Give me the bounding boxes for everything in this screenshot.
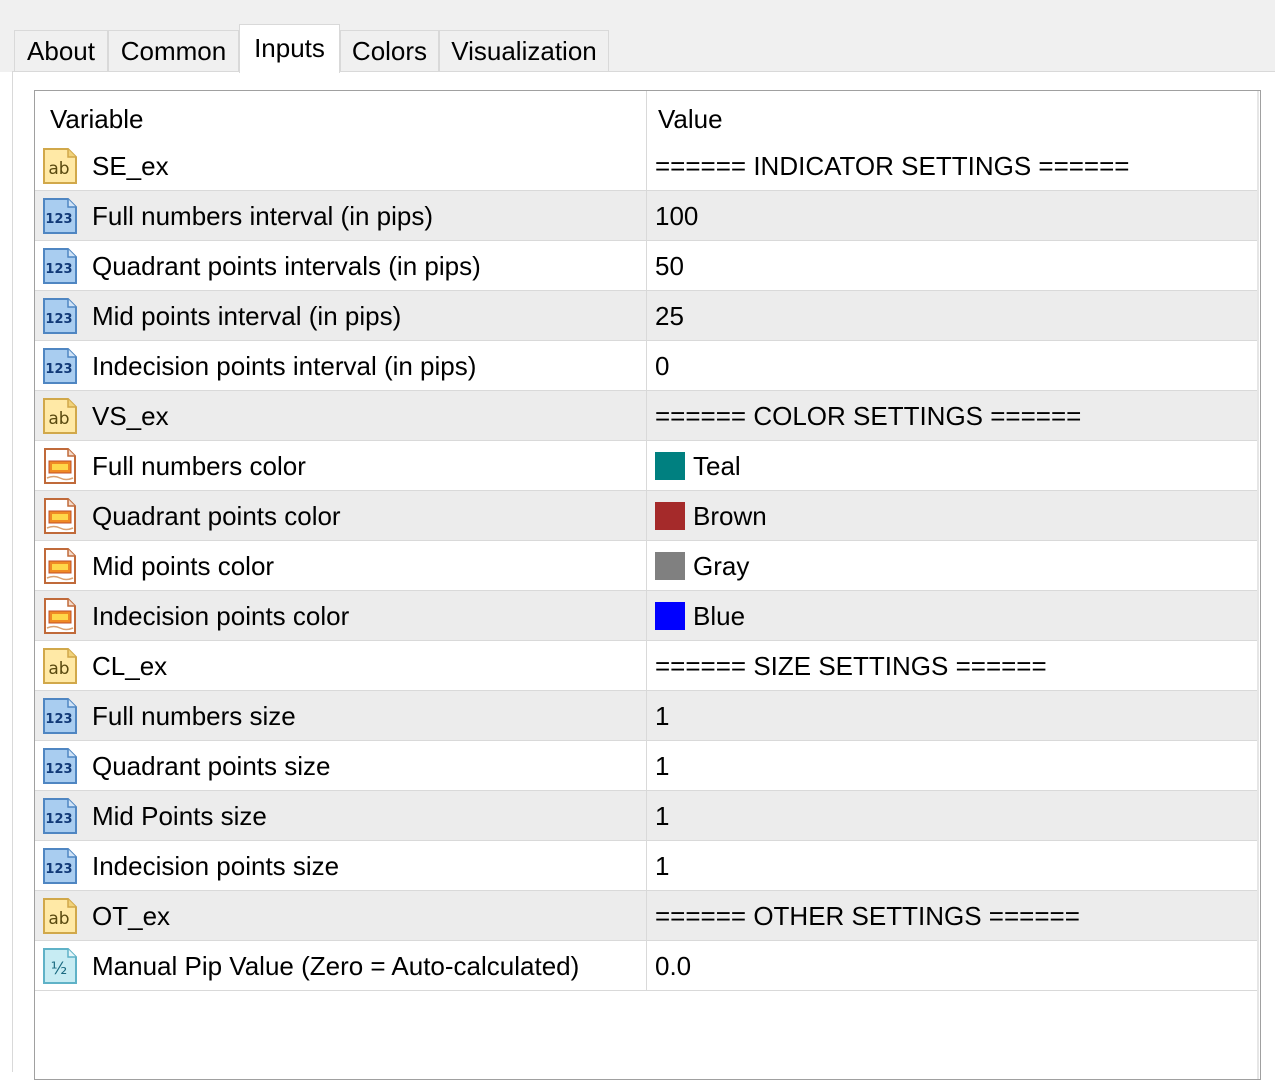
integer-type-icon: 123 xyxy=(40,196,80,236)
svg-text:123: 123 xyxy=(45,812,72,827)
variable-value[interactable]: 0 xyxy=(655,341,669,390)
variable-name: OT_ex xyxy=(92,901,171,931)
svg-text:½: ½ xyxy=(51,959,67,979)
svg-text:123: 123 xyxy=(45,862,72,877)
string-type-icon: ab xyxy=(40,896,80,936)
variable-name: Mid points interval (in pips) xyxy=(92,301,402,331)
svg-text:123: 123 xyxy=(45,712,72,727)
color-swatch[interactable] xyxy=(655,552,685,580)
integer-type-icon: 123 xyxy=(40,746,80,786)
column-header-variable[interactable]: Variable xyxy=(50,91,143,141)
svg-text:ab: ab xyxy=(48,409,69,429)
integer-type-icon: 123 xyxy=(40,296,80,336)
table-row[interactable]: 123 Indecision points size 1 xyxy=(35,841,1259,891)
variable-name: Full numbers interval (in pips) xyxy=(92,201,434,231)
variable-value[interactable]: ====== SIZE SETTINGS ====== xyxy=(655,641,1047,690)
color-type-icon xyxy=(40,496,80,536)
variable-name: Mid points color xyxy=(92,551,275,581)
variable-value[interactable]: 1 xyxy=(655,841,669,890)
grid-header: Variable Value xyxy=(35,91,1260,141)
integer-type-icon: 123 xyxy=(40,796,80,836)
string-type-icon: ab xyxy=(40,396,80,436)
tab-visualization[interactable]: Visualization xyxy=(439,30,609,71)
table-row[interactable]: ab OT_ex ====== OTHER SETTINGS ====== xyxy=(35,891,1259,941)
variable-value[interactable]: 100 xyxy=(655,191,698,240)
color-type-icon xyxy=(40,596,80,636)
table-row[interactable]: ½ Manual Pip Value (Zero = Auto-calculate… xyxy=(35,941,1259,991)
table-row[interactable]: ab VS_ex ====== COLOR SETTINGS ====== xyxy=(35,391,1259,441)
tab-inputs[interactable]: Inputs xyxy=(239,24,340,73)
variable-name: SE_ex xyxy=(92,151,169,181)
variable-name: Indecision points interval (in pips) xyxy=(92,351,477,381)
string-type-icon: ab xyxy=(40,146,80,186)
variable-name: Full numbers color xyxy=(92,451,306,481)
variable-name: Manual Pip Value (Zero = Auto-calculated… xyxy=(92,951,580,981)
table-row[interactable]: Quadrant points color Brown xyxy=(35,491,1259,541)
variable-value[interactable]: 25 xyxy=(655,291,684,340)
table-row[interactable]: 123 Mid points interval (in pips) 25 xyxy=(35,291,1259,341)
table-row[interactable]: Indecision points color Blue xyxy=(35,591,1259,641)
variable-value[interactable]: 1 xyxy=(655,691,669,740)
integer-type-icon: 123 xyxy=(40,696,80,736)
variable-value[interactable]: 50 xyxy=(655,241,684,290)
table-row[interactable]: Mid points color Gray xyxy=(35,541,1259,591)
svg-text:123: 123 xyxy=(45,212,72,227)
color-value[interactable]: Teal xyxy=(693,441,741,490)
variable-name: Indecision points color xyxy=(92,601,350,631)
integer-type-icon: 123 xyxy=(40,346,80,386)
double-type-icon: ½ xyxy=(40,946,80,986)
variable-value[interactable]: ====== COLOR SETTINGS ====== xyxy=(655,391,1081,440)
color-value[interactable]: Blue xyxy=(693,591,745,640)
variable-name: CL_ex xyxy=(92,651,168,681)
svg-text:ab: ab xyxy=(48,909,69,929)
variable-name: Quadrant points intervals (in pips) xyxy=(92,251,481,281)
svg-text:ab: ab xyxy=(48,159,69,179)
color-value[interactable]: Brown xyxy=(693,491,767,540)
variable-name: VS_ex xyxy=(92,401,169,431)
table-row[interactable]: 123 Full numbers interval (in pips) 100 xyxy=(35,191,1259,241)
column-header-value[interactable]: Value xyxy=(658,91,723,141)
svg-text:123: 123 xyxy=(45,312,72,327)
variable-value[interactable]: 0.0 xyxy=(655,941,691,990)
integer-type-icon: 123 xyxy=(40,246,80,286)
variable-value[interactable]: 1 xyxy=(655,791,669,840)
color-type-icon xyxy=(40,546,80,586)
tab-common[interactable]: Common xyxy=(108,30,239,71)
color-swatch[interactable] xyxy=(655,602,685,630)
table-row[interactable]: ab CL_ex ====== SIZE SETTINGS ====== xyxy=(35,641,1259,691)
variable-name: Quadrant points color xyxy=(92,501,341,531)
color-type-icon xyxy=(40,446,80,486)
variable-value[interactable]: ====== OTHER SETTINGS ====== xyxy=(655,891,1080,940)
variable-name: Full numbers size xyxy=(92,701,296,731)
table-row[interactable]: 123 Mid Points size 1 xyxy=(35,791,1259,841)
string-type-icon: ab xyxy=(40,646,80,686)
table-row[interactable]: 123 Indecision points interval (in pips) 0 xyxy=(35,341,1259,391)
table-row[interactable]: 123 Quadrant points size 1 xyxy=(35,741,1259,791)
variable-value[interactable]: ====== INDICATOR SETTINGS ====== xyxy=(655,141,1130,190)
table-row[interactable]: 123 Full numbers size 1 xyxy=(35,691,1259,741)
integer-type-icon: 123 xyxy=(40,846,80,886)
svg-text:123: 123 xyxy=(45,362,72,377)
grid-right-edge xyxy=(1257,91,1259,1079)
svg-text:123: 123 xyxy=(45,762,72,777)
color-swatch[interactable] xyxy=(655,452,685,480)
variable-value[interactable]: 1 xyxy=(655,741,669,790)
column-divider[interactable] xyxy=(646,91,647,991)
inputs-grid[interactable]: Variable Value ab SE_ex ====== INDICATOR S… xyxy=(34,90,1261,1080)
table-row[interactable]: ab SE_ex ====== INDICATOR SETTINGS ====== xyxy=(35,141,1259,191)
table-row[interactable]: 123 Quadrant points intervals (in pips) 50 xyxy=(35,241,1259,291)
variable-name: Mid Points size xyxy=(92,801,267,831)
variable-name: Indecision points size xyxy=(92,851,340,881)
svg-text:123: 123 xyxy=(45,262,72,277)
tab-about[interactable]: About xyxy=(14,30,108,71)
tab-colors[interactable]: Colors xyxy=(340,30,439,71)
color-swatch[interactable] xyxy=(655,502,685,530)
variable-name: Quadrant points size xyxy=(92,751,331,781)
color-value[interactable]: Gray xyxy=(693,541,749,590)
table-row[interactable]: Full numbers color Teal xyxy=(35,441,1259,491)
svg-text:ab: ab xyxy=(48,659,69,679)
